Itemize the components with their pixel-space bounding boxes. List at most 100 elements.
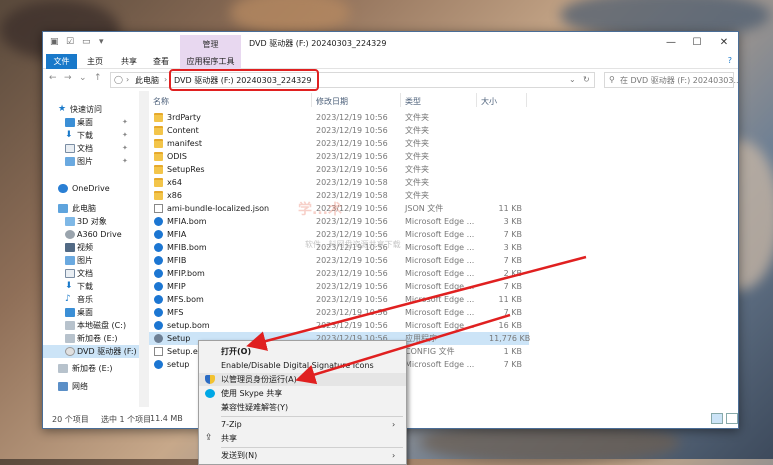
menu-item-skype-share[interactable]: 使用 Skype 共享 xyxy=(199,387,406,400)
properties-icon[interactable]: ▣ xyxy=(50,37,59,47)
file-type: JSON 文件 xyxy=(405,204,444,213)
close-button[interactable]: ✕ xyxy=(713,35,735,51)
sidebar-item-pictures[interactable]: 图片 ✦ xyxy=(43,155,139,168)
column-header-name[interactable]: 名称 xyxy=(153,96,169,107)
sidebar-item-documents-pc[interactable]: 文档 xyxy=(43,267,139,280)
chevron-right-icon: › xyxy=(392,451,396,460)
new-folder-icon[interactable]: ▭ xyxy=(82,37,91,47)
menu-item-7zip[interactable]: 7-Zip › xyxy=(199,418,406,431)
tab-home[interactable]: 主页 xyxy=(83,54,107,69)
menu-item-open[interactable]: 打开(O) xyxy=(199,345,406,358)
sidebar-item-desktop-pc[interactable]: 桌面 xyxy=(43,306,139,319)
tab-application-tools[interactable]: 应用程序工具 xyxy=(180,54,241,69)
sidebar-item-label: 新加卷 (E:) xyxy=(72,364,113,373)
file-name: MFIA xyxy=(167,230,187,239)
column-header-date[interactable]: 修改日期 xyxy=(316,96,348,107)
details-view-button[interactable] xyxy=(711,413,723,424)
navigation-bar: ← → ⌄ ↑ ◯ › 此电脑 › DVD 驱动器 (F:) 20240303_… xyxy=(43,69,738,91)
file-date: 2023/12/19 10:56 xyxy=(316,282,388,291)
breadcrumb-separator[interactable]: › xyxy=(126,75,129,84)
column-divider[interactable] xyxy=(526,93,527,107)
manage-tab[interactable]: 管理 xyxy=(180,35,241,54)
pin-icon: ✦ xyxy=(122,118,128,126)
file-row[interactable]: MFIP 2023/12/19 10:56 Microsoft Edge ... 7 … xyxy=(149,280,529,293)
up-arrow-icon[interactable]: ↑ xyxy=(94,73,102,83)
sidebar-item-documents[interactable]: 文档 ✦ xyxy=(43,142,139,155)
folder-icon xyxy=(154,139,163,148)
refresh-icon[interactable]: ↻ xyxy=(583,75,590,84)
column-header-type[interactable]: 类型 xyxy=(405,96,421,107)
music-icon: ♪ xyxy=(65,294,71,304)
menu-item-send-to[interactable]: 发送到(N) › xyxy=(199,449,406,462)
sidebar-item-music[interactable]: ♪ 音乐 xyxy=(43,293,139,306)
column-divider[interactable] xyxy=(311,93,312,107)
tab-share[interactable]: 共享 xyxy=(117,54,141,69)
file-row[interactable]: 3rdParty 2023/12/19 10:56 文件夹 xyxy=(149,111,529,124)
tab-view[interactable]: 查看 xyxy=(149,54,173,69)
file-size: 3 KB xyxy=(503,243,522,252)
sidebar-item-quick-access[interactable]: ★ 快速访问 xyxy=(43,103,139,116)
checkmark-icon[interactable]: ☑ xyxy=(66,37,74,47)
file-row[interactable]: setup.bom 2023/12/19 10:56 Microsoft Edge … xyxy=(149,319,529,332)
address-dropdown-icon[interactable]: ⌄ xyxy=(569,75,576,84)
drive-icon xyxy=(65,321,75,330)
sidebar-item-network[interactable]: 网络 xyxy=(43,380,139,393)
sidebar-item-pictures-pc[interactable]: 图片 xyxy=(43,254,139,267)
menu-item-run-as-admin[interactable]: 以管理员身份运行(A) xyxy=(199,373,406,386)
sidebar-item-onedrive[interactable]: OneDrive xyxy=(43,182,139,195)
file-row[interactable]: ODIS 2023/12/19 10:56 文件夹 xyxy=(149,150,529,163)
document-icon xyxy=(65,144,75,153)
sidebar-item-desktop[interactable]: 桌面 ✦ xyxy=(43,116,139,129)
sidebar-item-downloads-pc[interactable]: ⬇ 下载 xyxy=(43,280,139,293)
file-row[interactable]: x64 2023/12/19 10:58 文件夹 xyxy=(149,176,529,189)
search-input[interactable]: ⚲ 在 DVD 驱动器 (F:) 20240303... xyxy=(604,72,738,88)
sidebar-item-label: 视频 xyxy=(77,243,93,252)
pictures-icon xyxy=(65,256,75,265)
sidebar-item-drive-e-2[interactable]: 新加卷 (E:) xyxy=(43,362,139,375)
sidebar-item-label: 新加卷 (E:) xyxy=(77,334,118,343)
file-row[interactable]: manifest 2023/12/19 10:56 文件夹 xyxy=(149,137,529,150)
sidebar-item-drive-e[interactable]: 新加卷 (E:) xyxy=(43,332,139,345)
file-row[interactable]: MFS.bom 2023/12/19 10:56 Microsoft Edge ..… xyxy=(149,293,529,306)
file-row[interactable]: MFIB 2023/12/19 10:56 Microsoft Edge ... 7 … xyxy=(149,254,529,267)
file-date: 2023/12/19 10:56 xyxy=(316,256,388,265)
sidebar-item-this-pc[interactable]: 此电脑 xyxy=(43,202,139,215)
menu-item-share[interactable]: ⇪ 共享 xyxy=(199,432,406,445)
sidebar-item-videos[interactable]: 视频 xyxy=(43,241,139,254)
file-name: SetupRes xyxy=(167,165,205,174)
column-header-size[interactable]: 大小 xyxy=(481,96,497,107)
sidebar-item-label: 下载 xyxy=(77,282,93,291)
file-type: Microsoft Edge ... xyxy=(405,217,475,226)
desktop-icon xyxy=(65,308,75,317)
menu-item-digital-signature[interactable]: Enable/Disable Digital Signature Icons xyxy=(199,359,406,372)
sidebar-item-3d-objects[interactable]: 3D 对象 xyxy=(43,215,139,228)
forward-arrow-icon[interactable]: → xyxy=(64,73,72,83)
file-row[interactable]: Content 2023/12/19 10:56 文件夹 xyxy=(149,124,529,137)
sidebar-item-drive-c[interactable]: 本地磁盘 (C:) xyxy=(43,319,139,332)
help-icon[interactable]: ? xyxy=(728,56,732,65)
sidebar-item-downloads[interactable]: ⬇ 下载 ✦ xyxy=(43,129,139,142)
minimize-button[interactable]: — xyxy=(660,35,682,51)
breadcrumb-separator[interactable]: › xyxy=(164,75,167,84)
file-size: 7 KB xyxy=(503,230,522,239)
sidebar-item-label: 本地磁盘 (C:) xyxy=(77,321,127,330)
file-row[interactable]: MFIP.bom 2023/12/19 10:56 Microsoft Edge .… xyxy=(149,267,529,280)
large-icons-view-button[interactable] xyxy=(726,413,738,424)
maximize-button[interactable]: ☐ xyxy=(686,35,708,51)
sidebar-item-a360-drive[interactable]: A360 Drive xyxy=(43,228,139,241)
breadcrumb-this-pc[interactable]: 此电脑 xyxy=(135,75,159,86)
sidebar-item-dvd-drive[interactable]: DVD 驱动器 (F:) xyxy=(43,345,139,358)
file-row[interactable]: SetupRes 2023/12/19 10:56 文件夹 xyxy=(149,163,529,176)
sidebar-scrollbar[interactable] xyxy=(139,91,149,407)
file-date: 2023/12/19 10:56 xyxy=(316,126,388,135)
desktop-icon xyxy=(65,118,75,127)
back-arrow-icon[interactable]: ← xyxy=(49,73,57,83)
customize-toolbar-button[interactable]: ▾ xyxy=(99,37,104,47)
menu-item-compatibility[interactable]: 兼容性疑难解答(Y) xyxy=(199,401,406,414)
recent-locations-icon[interactable]: ⌄ xyxy=(79,73,87,83)
file-row[interactable]: MFS 2023/12/19 10:56 Microsoft Edge ... 7 K… xyxy=(149,306,529,319)
column-divider[interactable] xyxy=(400,93,401,107)
tab-file[interactable]: 文件 xyxy=(46,54,77,69)
file-type: Microsoft Edge ... xyxy=(405,269,475,278)
column-divider[interactable] xyxy=(476,93,477,107)
